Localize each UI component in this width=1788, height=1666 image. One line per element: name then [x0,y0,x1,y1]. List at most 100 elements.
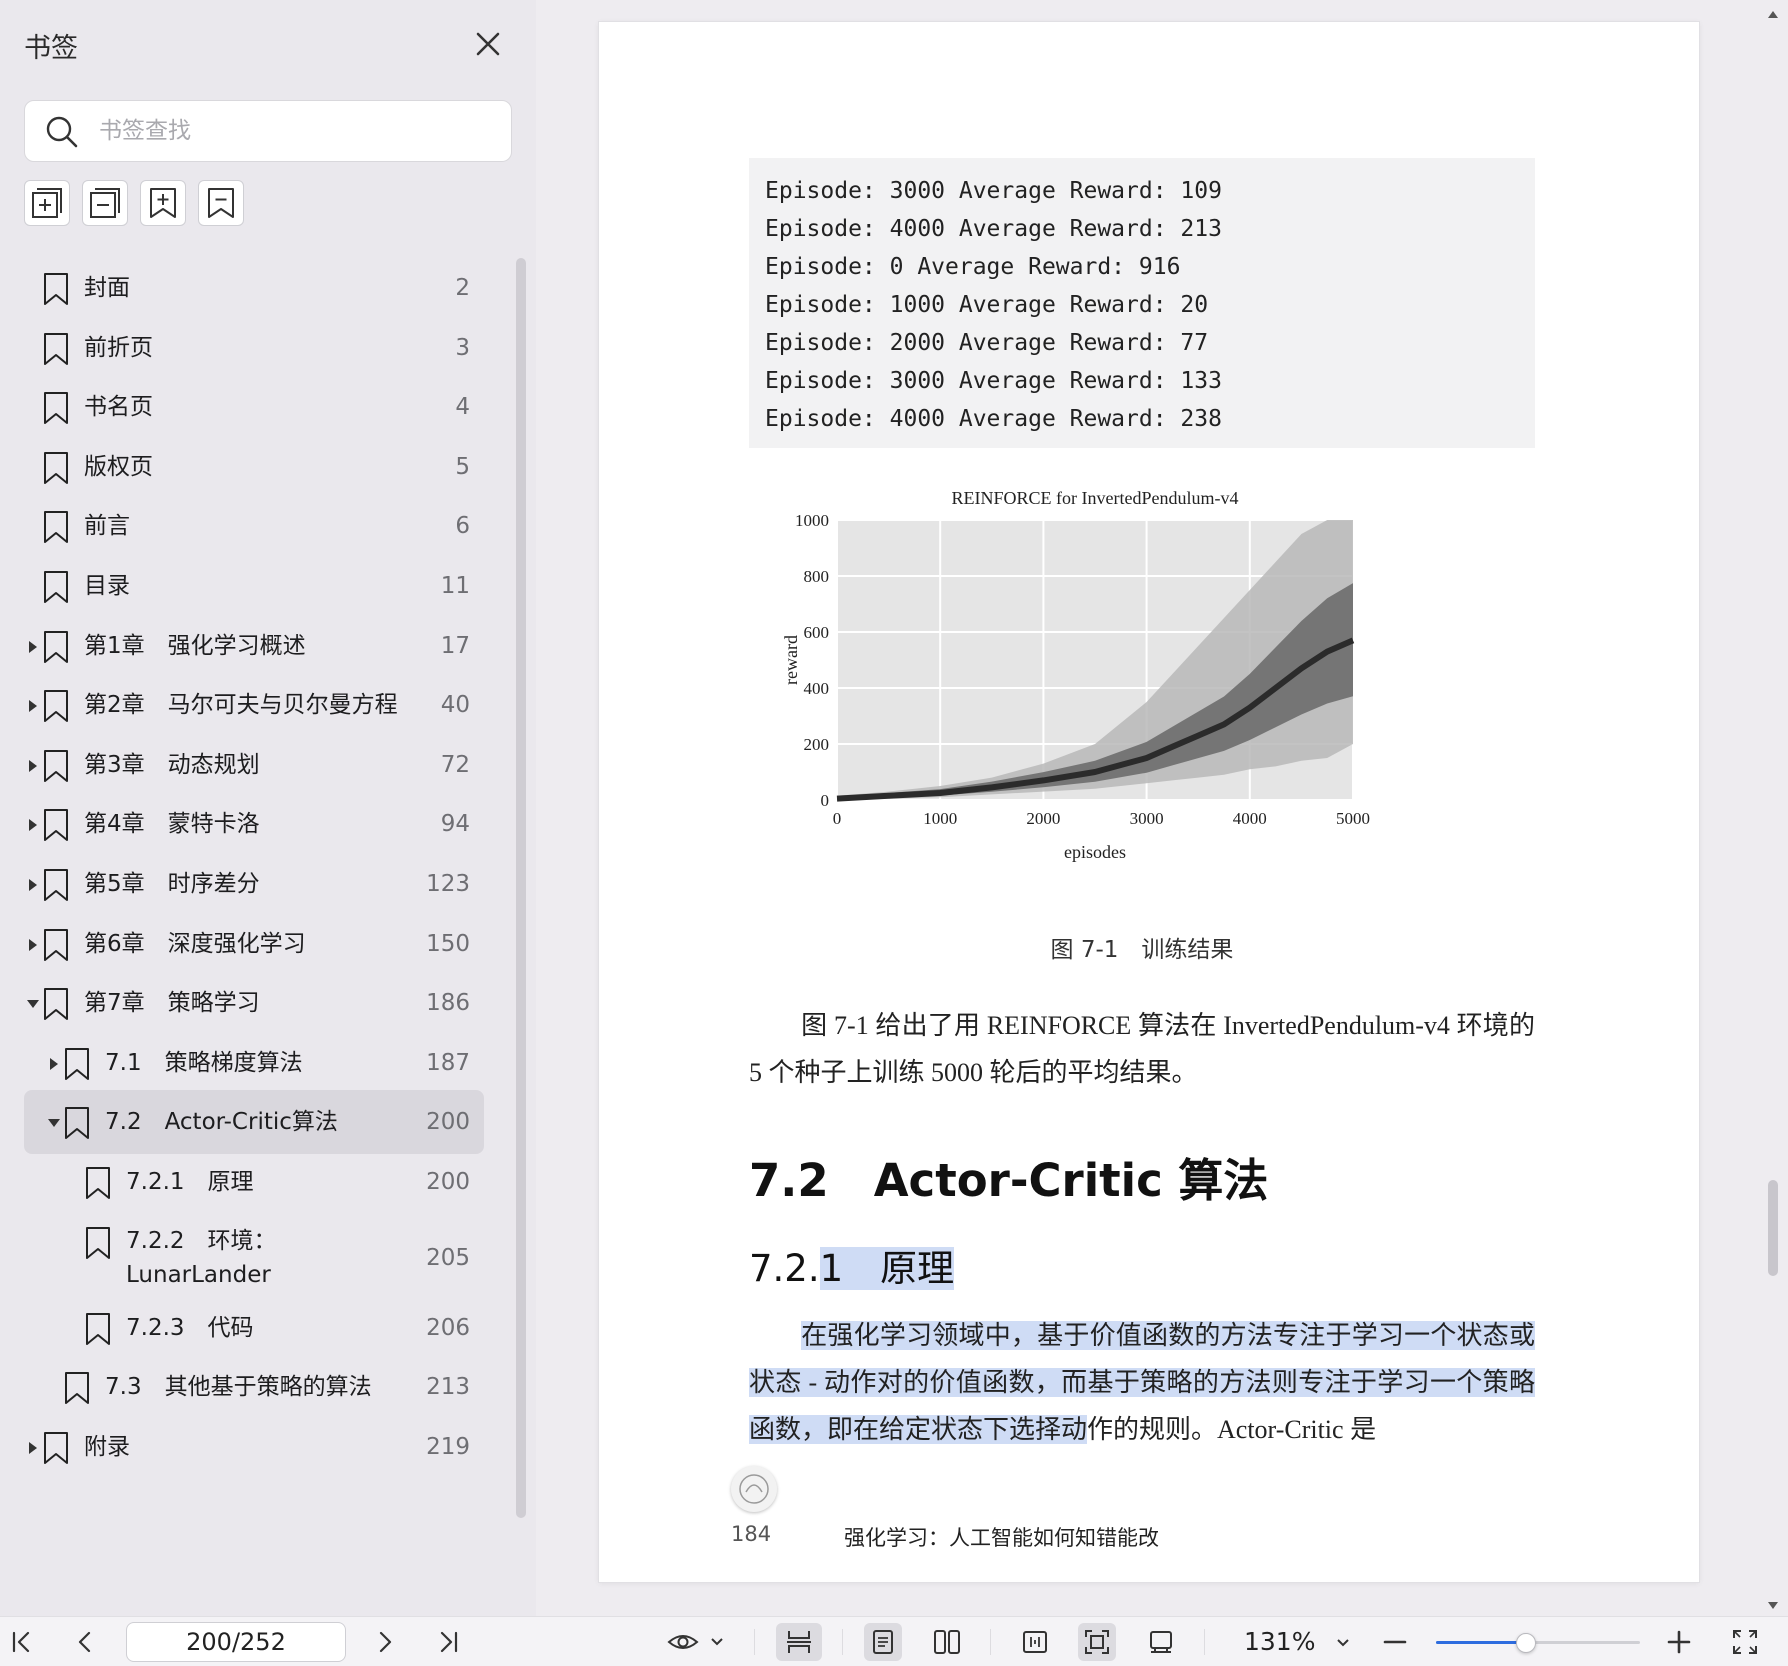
bookmark-list: 封面 2 前折页 3 书名页 4 版权页 5 前言 6 目录 11 第1章 强化学习概述 17 第2章 马尔… [24,256,484,1616]
zoom-level: 131% [1244,1627,1316,1656]
document-scrollbar-thumb[interactable] [1768,1180,1778,1276]
code-line: Episode: 3000 Average Reward: 133 [765,368,1222,394]
collapse-arrow-icon[interactable] [26,996,40,1010]
single-page-icon[interactable] [864,1623,902,1661]
bookmark-page-number: 186 [426,990,470,1017]
bookmark-item[interactable]: 目录 11 [24,554,484,618]
bookmark-icon [42,1431,70,1465]
continuous-scroll-icon[interactable] [776,1623,822,1661]
expand-arrow-icon[interactable] [26,817,40,832]
scroll-up-icon[interactable] [1767,4,1779,18]
collapse-arrow-icon[interactable] [47,1115,61,1129]
paragraph-text-rest: 作的规则。Actor-Critic 是 [1087,1415,1377,1444]
bookmark-item[interactable]: 封面 2 [24,256,484,320]
y-axis-label: reward [781,635,801,685]
zoom-slider-handle[interactable] [1515,1633,1536,1653]
bookmark-label: 第4章 蒙特卡洛 [84,811,260,838]
zoom-dropdown-icon[interactable] [1324,1623,1362,1661]
bookmark-label: 书名页 [84,394,153,421]
bookmark-page-number: 206 [426,1314,470,1341]
bookmark-item[interactable]: 附录 219 [24,1415,484,1479]
document-viewport: Episode: 3000 Average Reward: 109 Episode… [536,0,1788,1616]
page-number-input[interactable] [126,1622,346,1662]
fit-width-icon[interactable] [1016,1623,1054,1661]
bookmark-icon [63,1371,91,1405]
code-line: Episode: 4000 Average Reward: 213 [765,216,1222,242]
bookmark-icon [42,510,70,544]
figure-caption: 图 7-1 训练结果 [1050,937,1234,963]
body-paragraph: 图 7-1 给出了用 REINFORCE 算法在 InvertedPendulu… [749,1002,1535,1096]
bookmark-icon [84,1166,112,1200]
bookmark-item[interactable]: 第6章 深度强化学习 150 [24,912,484,976]
bookmark-label: 第3章 动态规划 [84,751,260,778]
bookmark-item[interactable]: 第7章 策略学习 186 [24,971,484,1035]
collapse-all-icon[interactable] [82,180,128,226]
bookmark-icon [42,391,70,425]
y-tick-label: 1000 [795,511,829,530]
paragraph-text: 图 7-1 给出了用 REINFORCE 算法在 InvertedPendulu… [749,1011,1535,1087]
bookmark-page-number: 17 [440,632,470,659]
y-tick-label: 0 [821,791,830,810]
two-page-icon[interactable] [928,1623,966,1661]
x-tick-label: 4000 [1233,809,1267,828]
next-page-icon[interactable] [366,1623,404,1661]
bookmark-label: 前言 [84,513,130,540]
add-bookmark-icon[interactable] [140,180,186,226]
bookmark-label: 7.3 其他基于策略的算法 [105,1374,372,1401]
expand-arrow-icon[interactable] [26,639,40,653]
bookmark-label: 第7章 策略学习 [84,990,260,1017]
first-page-icon[interactable] [2,1623,40,1661]
expand-arrow-icon[interactable] [26,698,40,713]
bookmark-item[interactable]: 书名页 4 [24,375,484,439]
bookmark-item[interactable]: 第1章 强化学习概述 17 [24,614,484,678]
eye-view-mode-icon[interactable] [664,1623,728,1661]
bookmark-item[interactable]: 7.2.2 环境：LunarLander 205 [24,1210,484,1298]
bookmark-label: 封面 [84,275,130,301]
fullscreen-icon[interactable] [1726,1623,1764,1661]
code-line: Episode: 0 Average Reward: 916 [765,254,1181,280]
code-line: Episode: 4000 Average Reward: 238 [765,406,1222,432]
sidebar-scrollbar[interactable] [516,258,526,1518]
expand-all-icon[interactable] [24,180,70,226]
bookmark-page-number: 200 [426,1169,470,1195]
bookmark-item[interactable]: 前言 6 [24,494,484,558]
bookmark-page-number: 150 [426,930,470,957]
bookmark-item[interactable]: 版权页 5 [24,435,484,499]
zoom-slider[interactable] [1436,1633,1640,1653]
close-icon[interactable] [470,26,506,62]
bookmark-search-box[interactable] [24,100,512,162]
zoom-slider-fill [1436,1641,1526,1644]
bookmark-item[interactable]: 7.2.3 代码 206 [24,1296,484,1360]
bookmark-item[interactable]: 7.2.1 原理 200 [24,1150,484,1214]
publisher-logo-icon [731,1466,777,1512]
expand-arrow-icon[interactable] [26,1440,40,1454]
bookmark-label: 前折页 [84,334,153,361]
last-page-icon[interactable] [430,1623,468,1661]
expand-arrow-icon[interactable] [47,1056,61,1070]
bookmark-search-input[interactable] [99,111,499,151]
x-tick-label: 2000 [1026,809,1060,828]
bookmark-item[interactable]: 第5章 时序差分 123 [24,852,484,916]
book-title-footer: 强化学习：人工智能如何知错能改 [844,1526,1159,1550]
scroll-down-icon[interactable] [1767,1596,1779,1609]
bookmark-icon [63,1106,91,1140]
section-heading: 7.2 Actor-Critic 算法 [749,1154,1269,1207]
zoom-in-icon[interactable] [1660,1623,1698,1661]
zoom-out-icon[interactable] [1376,1623,1414,1661]
expand-arrow-icon[interactable] [26,877,40,891]
fit-page-icon[interactable] [1078,1623,1116,1661]
previous-page-icon[interactable] [66,1623,104,1661]
bookmark-item[interactable]: 前折页 3 [24,316,484,380]
expand-arrow-icon[interactable] [26,758,40,772]
rotate-page-icon[interactable] [1142,1623,1180,1661]
remove-bookmark-icon[interactable] [198,180,244,226]
x-axis-label: episodes [1064,842,1126,862]
bookmark-item[interactable]: 7.1 策略梯度算法 187 [24,1031,484,1095]
bookmark-item[interactable]: 第2章 马尔可夫与贝尔曼方程 40 [24,673,484,737]
bookmark-item[interactable]: 7.3 其他基于策略的算法 213 [24,1355,484,1419]
bookmark-item[interactable]: 第4章 蒙特卡洛 94 [24,792,484,856]
bookmark-label: 7.2.3 代码 [126,1314,254,1341]
bookmark-item[interactable]: 第3章 动态规划 72 [24,733,484,797]
bookmark-item[interactable]: 7.2 Actor-Critic算法 200 [24,1090,484,1155]
expand-arrow-icon[interactable] [26,937,40,951]
